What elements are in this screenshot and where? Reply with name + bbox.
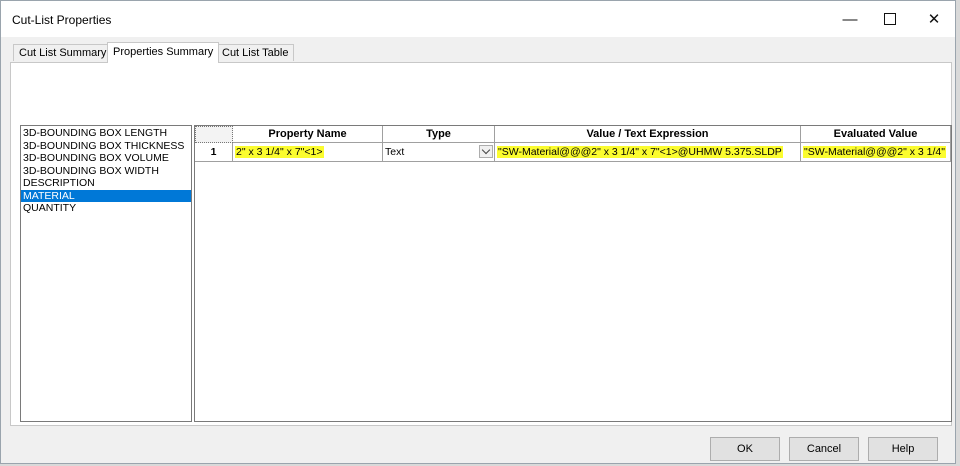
background-edge [956, 0, 960, 466]
list-item[interactable]: 3D-BOUNDING BOX LENGTH [21, 127, 191, 140]
tab-label: Properties Summary [113, 46, 214, 58]
value-expression-value: "SW-Material@@@2" x 3 1/4" x 7"<1>@UHMW … [497, 146, 783, 158]
properties-grid[interactable]: Property Name Type Value / Text Expressi… [194, 125, 952, 422]
list-item[interactable]: 3D-BOUNDING BOX VOLUME [21, 152, 191, 165]
tab-label: Cut List Table [222, 47, 289, 59]
close-icon: ✕ [927, 11, 941, 28]
table-row: 1 2" x 3 1/4" x 7"<1> Text "SW-Material@… [195, 143, 951, 162]
maximize-icon [884, 13, 896, 25]
evaluated-value: "SW-Material@@@2" x 3 1/4" [803, 146, 947, 158]
tab-cut-list-summary[interactable]: Cut List Summary [13, 44, 113, 61]
grid-corner-cell[interactable] [195, 126, 233, 143]
tab-properties-summary[interactable]: Properties Summary [107, 42, 220, 63]
maximize-button[interactable] [867, 1, 913, 37]
ok-button[interactable]: OK [710, 437, 780, 461]
close-button[interactable]: ✕ [911, 1, 957, 37]
list-item[interactable]: 3D-BOUNDING BOX WIDTH [21, 165, 191, 178]
title-bar[interactable]: Cut-List Properties — ✕ [1, 1, 955, 37]
help-button[interactable]: Help [868, 437, 938, 461]
tab-label: Cut List Summary [19, 47, 107, 59]
cut-list-properties-dialog: Cut-List Properties — ✕ Cut List Summary… [0, 0, 956, 464]
property-name-value: 2" x 3 1/4" x 7"<1> [235, 146, 324, 158]
list-item[interactable]: DESCRIPTION [21, 177, 191, 190]
column-header-property-name[interactable]: Property Name [233, 126, 383, 143]
column-header-type[interactable]: Type [383, 126, 495, 143]
type-value: Text [385, 146, 405, 158]
column-header-evaluated-value[interactable]: Evaluated Value [801, 126, 951, 143]
property-listbox[interactable]: 3D-BOUNDING BOX LENGTH 3D-BOUNDING BOX T… [20, 125, 192, 422]
value-expression-cell[interactable]: "SW-Material@@@2" x 3 1/4" x 7"<1>@UHMW … [495, 143, 801, 162]
evaluated-value-cell[interactable]: "SW-Material@@@2" x 3 1/4" [801, 143, 951, 162]
list-item[interactable]: QUANTITY [21, 202, 191, 215]
chevron-down-icon [481, 145, 491, 155]
tab-cut-list-table[interactable]: Cut List Table [216, 44, 295, 61]
minimize-icon: — [842, 10, 858, 28]
list-item-selected[interactable]: MATERIAL [21, 189, 191, 202]
window-title: Cut-List Properties [12, 13, 112, 27]
grid-header-row: Property Name Type Value / Text Expressi… [195, 126, 951, 143]
column-header-value-expression[interactable]: Value / Text Expression [495, 126, 801, 143]
row-number[interactable]: 1 [195, 143, 233, 162]
property-name-cell[interactable]: 2" x 3 1/4" x 7"<1> [233, 143, 383, 162]
type-cell[interactable]: Text [383, 143, 495, 162]
cancel-button[interactable]: Cancel [789, 437, 859, 461]
list-item[interactable]: 3D-BOUNDING BOX THICKNESS [21, 140, 191, 153]
type-dropdown-button[interactable] [479, 145, 493, 158]
